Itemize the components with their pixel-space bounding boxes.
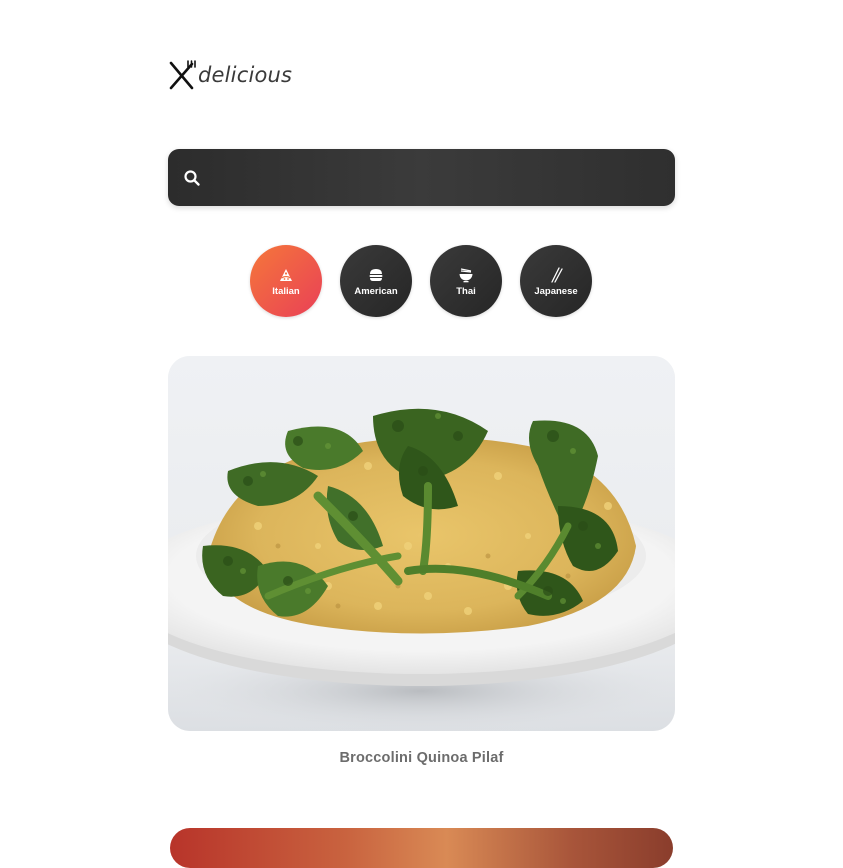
logo-text: delicious (198, 63, 293, 87)
category-thai[interactable]: Thai (430, 245, 502, 317)
category-label: American (354, 286, 398, 297)
category-list: Italian American Thai Japanese (250, 245, 592, 317)
recipe-title[interactable]: Broccolini Quinoa Pilaf (168, 750, 675, 766)
category-label: Italian (272, 286, 300, 297)
category-label: Thai (456, 286, 476, 297)
search-bar[interactable] (168, 149, 675, 206)
recipe-card[interactable] (168, 356, 675, 731)
category-label: Japanese (534, 286, 578, 297)
category-american[interactable]: American (340, 245, 412, 317)
search-input[interactable] (201, 149, 675, 206)
category-italian[interactable]: Italian (250, 245, 322, 317)
chopsticks-icon (551, 267, 563, 283)
pizza-icon (280, 269, 292, 281)
category-japanese[interactable]: Japanese (520, 245, 592, 317)
recipe-image (168, 356, 675, 731)
burger-icon (369, 269, 383, 281)
search-icon (184, 169, 200, 186)
logo-link[interactable]: delicious (168, 58, 292, 92)
recipe-card-next[interactable] (170, 828, 673, 868)
noodle-bowl-icon (459, 268, 473, 283)
fork-knife-icon (169, 60, 196, 90)
